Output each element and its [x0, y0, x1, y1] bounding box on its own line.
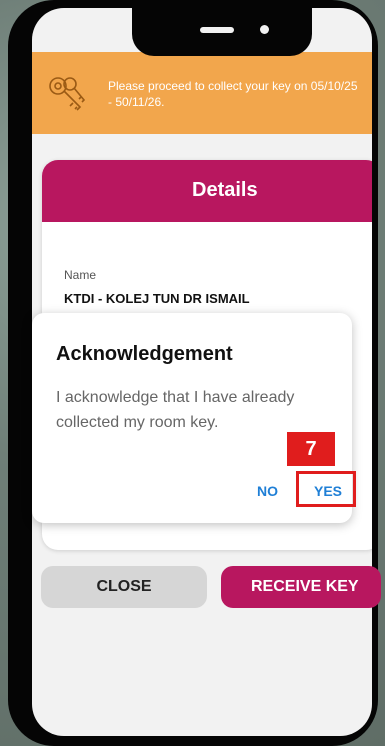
card-header: Details — [42, 160, 372, 222]
phone-frame: Please proceed to collect your key on 05… — [8, 0, 381, 746]
key-icon — [44, 72, 92, 120]
banner-message: Please proceed to collect your key on 05… — [108, 79, 358, 109]
speaker-icon — [200, 27, 234, 33]
no-button[interactable]: NO — [257, 483, 278, 499]
name-value: KTDI - KOLEJ TUN DR ISMAIL — [64, 291, 250, 306]
phone-notch — [132, 8, 312, 56]
dialog-title: Acknowledgement — [56, 343, 233, 365]
key-collection-banner: Please proceed to collect your key on 05… — [32, 52, 372, 134]
yes-highlight-box — [296, 471, 356, 507]
acknowledgement-dialog: Acknowledgement I acknowledge that I hav… — [32, 313, 356, 523]
name-label: Name — [64, 268, 97, 282]
card-title: Details — [192, 179, 258, 201]
camera-icon — [260, 25, 269, 34]
close-button[interactable]: CLOSE — [41, 566, 207, 608]
dialog-message: I acknowledge that I have already collec… — [56, 389, 295, 431]
receive-key-button[interactable]: RECEIVE KEY — [221, 566, 381, 608]
step-number-badge: 7 — [287, 432, 335, 466]
